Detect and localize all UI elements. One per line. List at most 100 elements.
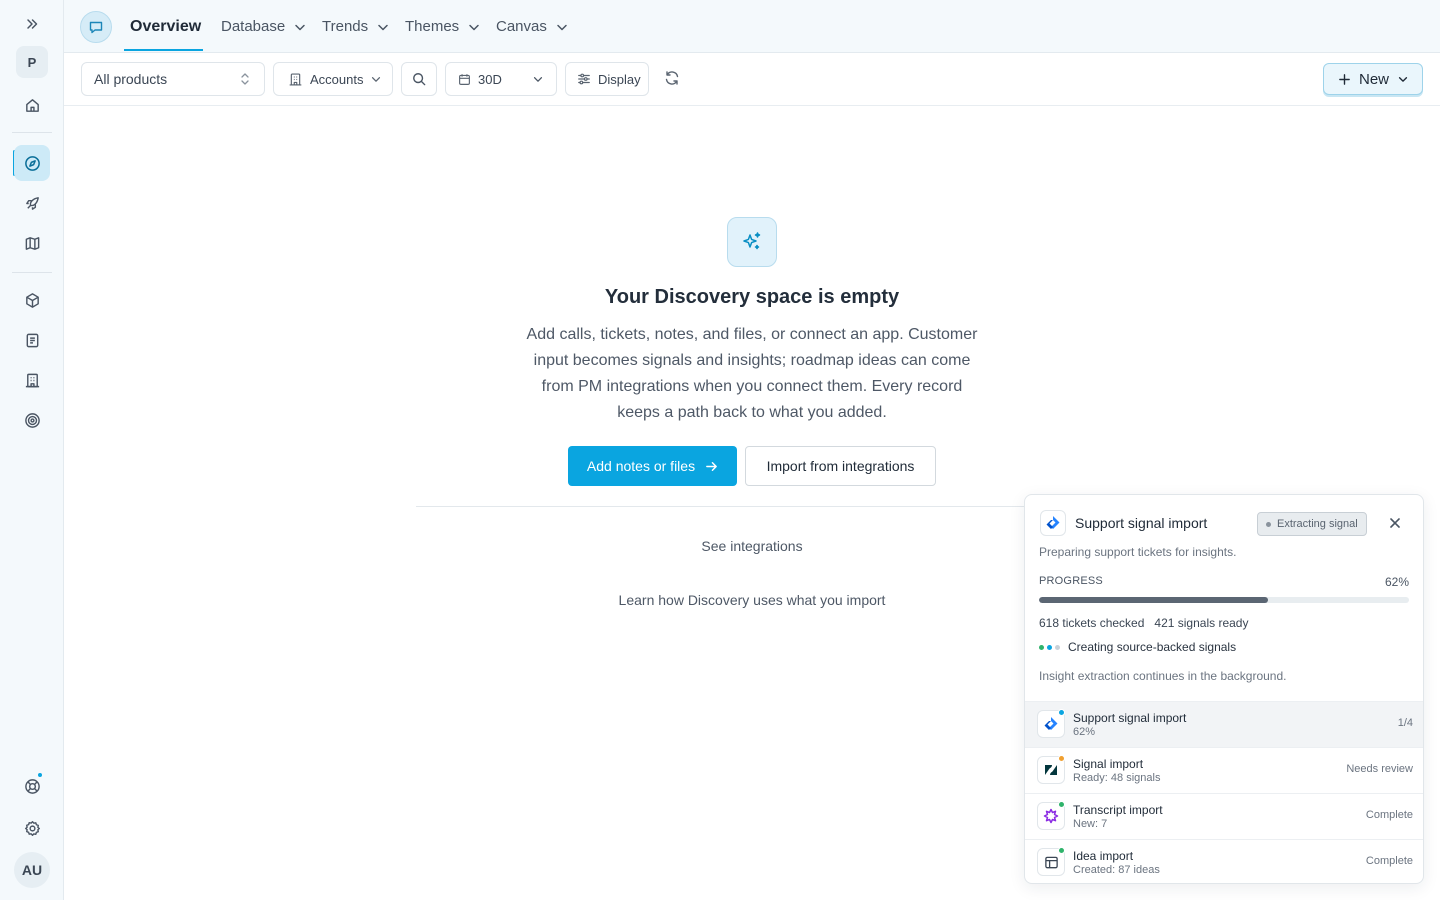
badge-dot	[1266, 521, 1271, 527]
import-row-signal[interactable]: Signal import Ready: 48 signals Needs re…	[1025, 747, 1423, 793]
learn-discovery-link[interactable]: Learn how Discovery uses what you import	[452, 592, 1052, 608]
sliders-icon	[577, 72, 591, 86]
expand-sidebar-button[interactable]	[14, 6, 50, 42]
new-button[interactable]: New	[1323, 63, 1423, 95]
double-chevron-right-icon	[24, 16, 40, 32]
notification-dot	[37, 772, 43, 778]
badge-label: Extracting signal	[1277, 518, 1358, 530]
status-text: Creating source-backed signals	[1068, 640, 1237, 654]
sidebar-item-roadmap[interactable]	[14, 225, 50, 261]
tab-canvas[interactable]: Canvas	[496, 0, 569, 53]
progress-bar	[1039, 597, 1409, 603]
sidebar-item-help[interactable]	[14, 768, 50, 804]
import-progress-panel: Support signal import Extracting signal …	[1024, 494, 1424, 884]
date-range-select[interactable]: 30D	[445, 62, 557, 96]
sidebar-item-discovery[interactable]	[14, 145, 50, 181]
search-icon	[412, 72, 426, 86]
import-row-idea[interactable]: Idea import Created: 87 ideas Complete	[1025, 839, 1423, 883]
row-status-dot	[1058, 801, 1065, 808]
progress-label: PROGRESS	[1039, 575, 1103, 587]
row-status: 1/4	[1397, 717, 1413, 729]
tab-label: Canvas	[496, 18, 547, 35]
map-icon	[24, 235, 41, 252]
row-meta: New: 7	[1073, 818, 1108, 830]
sidebar-item-companies[interactable]	[14, 362, 50, 398]
target-icon	[24, 412, 41, 429]
sidebar-item-documents[interactable]	[14, 322, 50, 358]
cube-icon	[24, 292, 41, 309]
accounts-label: Accounts	[310, 71, 364, 87]
date-range-value: 30D	[478, 71, 502, 87]
jira-logo-icon	[1040, 510, 1066, 536]
panel-title: Support signal import	[1075, 515, 1208, 531]
workspace-initial: P	[27, 54, 37, 70]
tab-trends[interactable]: Trends	[322, 0, 390, 53]
gear-icon	[24, 820, 41, 837]
products-select-value: All products	[94, 71, 168, 87]
avatar[interactable]: AU	[14, 852, 50, 888]
active-tab-underline	[124, 49, 203, 51]
display-label: Display	[598, 71, 641, 87]
top-nav: Overview Database Trends Themes Canvas	[64, 0, 1440, 53]
sidebar: P AU	[0, 0, 64, 900]
chevron-down-icon	[1397, 73, 1409, 85]
plus-icon	[1338, 73, 1351, 86]
building-icon	[24, 372, 41, 389]
row-status-dot	[1058, 709, 1065, 716]
close-panel-button[interactable]	[1387, 515, 1403, 531]
import-row-support-signal[interactable]: Support signal import 62% 1/4	[1025, 701, 1423, 747]
row-name: Support signal import	[1073, 711, 1187, 725]
add-notes-button[interactable]: Add notes or files	[568, 446, 737, 486]
loading-dots-icon	[1039, 644, 1060, 650]
sidebar-item-settings[interactable]	[14, 810, 50, 846]
tab-overview[interactable]: Overview	[130, 0, 201, 53]
row-status-dot	[1058, 847, 1065, 854]
tab-label: Overview	[130, 17, 202, 35]
status-badge: Extracting signal	[1257, 512, 1367, 536]
empty-state-description: Add calls, tickets, notes, and files, or…	[526, 326, 978, 421]
chat-bubble-icon	[88, 19, 104, 35]
see-integrations-link[interactable]: See integrations	[452, 538, 1052, 554]
empty-state-title: Your Discovery space is empty	[604, 286, 900, 308]
rocket-icon	[24, 195, 41, 212]
chevron-down-icon	[555, 20, 569, 34]
signals-ready: 421 signals ready	[1154, 616, 1249, 630]
row-meta: Created: 87 ideas	[1073, 864, 1160, 876]
chevron-up-down-icon	[240, 72, 250, 86]
row-name: Transcript import	[1073, 803, 1163, 817]
import-integrations-button[interactable]: Import from integrations	[745, 446, 936, 486]
sparkles-icon	[740, 230, 764, 254]
tab-themes[interactable]: Themes	[405, 0, 481, 53]
processing-status: Creating source-backed signals	[1039, 640, 1236, 654]
row-status: Complete	[1365, 809, 1413, 821]
display-button[interactable]: Display	[565, 62, 649, 96]
row-meta: 62%	[1073, 726, 1096, 738]
background-note: Insight extraction continues in the back…	[1039, 669, 1287, 683]
tab-database[interactable]: Database	[221, 0, 307, 53]
panel-subtitle: Preparing support tickets for insights.	[1039, 545, 1237, 559]
empty-state-icon	[727, 217, 777, 267]
import-integrations-label: Import from integrations	[766, 458, 915, 474]
tab-label: Themes	[405, 18, 460, 35]
tab-label: Trends	[322, 18, 369, 35]
arrow-right-icon	[705, 460, 718, 473]
lifebuoy-icon	[24, 778, 41, 795]
sidebar-item-home[interactable]	[14, 87, 50, 123]
refresh-button[interactable]	[664, 70, 682, 88]
import-row-transcript[interactable]: Transcript import New: 7 Complete	[1025, 793, 1423, 839]
row-meta: Ready: 48 signals	[1073, 772, 1161, 784]
discovery-app-icon[interactable]	[80, 11, 112, 43]
sidebar-item-launch[interactable]	[14, 185, 50, 221]
workspace-switcher[interactable]: P	[16, 46, 48, 78]
tab-label: Database	[221, 18, 286, 35]
sidebar-item-goals[interactable]	[14, 402, 50, 438]
chevron-down-icon	[293, 20, 307, 34]
search-button[interactable]	[401, 62, 437, 96]
document-icon	[24, 332, 41, 349]
sidebar-item-products[interactable]	[14, 282, 50, 318]
progress-bar-fill	[1039, 597, 1269, 603]
accounts-filter[interactable]: Accounts	[273, 62, 393, 96]
products-select[interactable]: All products	[81, 62, 265, 96]
row-name: Idea import	[1073, 849, 1134, 863]
refresh-icon	[664, 70, 682, 86]
